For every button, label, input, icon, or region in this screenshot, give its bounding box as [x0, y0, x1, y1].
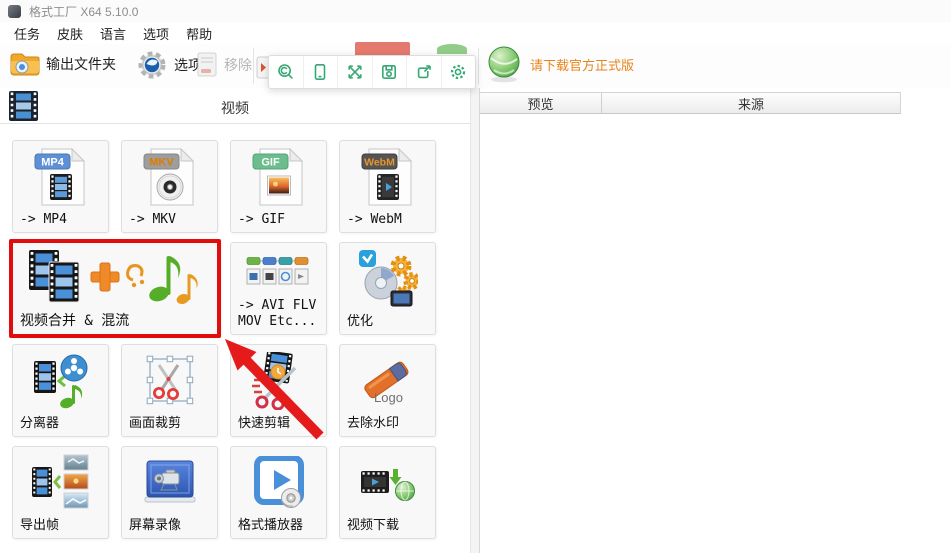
webm-file-icon: WebM [340, 143, 435, 211]
splitter-icon [13, 347, 108, 415]
grid-item-video-merge-mux[interactable]: 视频合并 & 混流 [9, 239, 221, 338]
grid-item-label: 优化 [347, 313, 374, 329]
section-title: 视频 [221, 100, 249, 116]
export-button[interactable] [407, 56, 442, 88]
grid-item-export-frames[interactable]: 导出帧 [12, 446, 109, 539]
grid-item-optimize[interactable]: 优化 [339, 242, 436, 335]
grid-item-label: 导出帧 [20, 517, 60, 533]
toolbar-divider [253, 48, 254, 84]
svg-text:MKV: MKV [149, 157, 174, 169]
format-player-icon [231, 449, 326, 517]
grid-item-label: -> GIF [238, 211, 285, 227]
mkv-file-icon: MKV [122, 143, 217, 211]
grid-item-remove-watermark[interactable]: Logo 去除水印 [339, 344, 436, 437]
fullscreen-button[interactable] [338, 56, 373, 88]
floating-toolbar [268, 55, 476, 89]
video-download-icon [340, 449, 435, 517]
options-button[interactable]: 选项 [136, 49, 202, 81]
device-button[interactable] [304, 56, 338, 88]
grid-item-video-download[interactable]: 视频下载 [339, 446, 436, 539]
app-window: 格式工厂 X64 5.10.0 任务 皮肤 语言 选项 帮助 输出文件夹 选项 … [0, 0, 951, 553]
grid-item-splitter[interactable]: 分离器 [12, 344, 109, 437]
mobile-device-icon [314, 63, 326, 80]
grid-item-label: -> MKV [129, 211, 176, 227]
grid-item-label: 屏幕录像 [129, 517, 182, 533]
grid-item-gif[interactable]: GIF -> GIF [230, 140, 327, 233]
menu-item-skin[interactable]: 皮肤 [57, 24, 83, 43]
video-section-header: 视频 [0, 88, 470, 124]
grid-item-webm[interactable]: WebM -> WebM [339, 140, 436, 233]
grid-item-label: 快速剪辑 [238, 415, 291, 431]
grid-item-mkv[interactable]: MKV -> MKV [121, 140, 218, 233]
app-logo-icon [8, 4, 21, 18]
stop-button-partial[interactable] [355, 42, 410, 55]
grid-item-mp4[interactable]: MP4 -> MP4 [12, 140, 109, 233]
save-icon [382, 64, 397, 79]
fullscreen-icon [348, 65, 362, 79]
grid-item-label: -> AVI FLV MOV Etc... [238, 297, 317, 329]
start-button-partial[interactable] [437, 44, 467, 54]
folder-icon [10, 53, 40, 76]
window-title: 格式工厂 X64 5.10.0 [29, 4, 139, 19]
mp4-file-icon: MP4 [13, 143, 108, 211]
quick-clip-icon [231, 347, 326, 415]
video-tools-grid: MP4 -> MP4 MKV -> MKV GIF -> GIF WebM ->… [9, 140, 462, 539]
column-header-source[interactable]: 来源 [602, 93, 900, 113]
export-frames-icon [13, 449, 108, 517]
grid-item-label: -> MP4 [20, 211, 67, 227]
svg-text:WebM: WebM [364, 157, 395, 169]
remove-button[interactable]: 移除 [196, 52, 252, 78]
grid-item-quick-clip[interactable]: 快速剪辑 [230, 344, 327, 437]
gif-file-icon: GIF [231, 143, 326, 211]
grid-item-label: 视频合并 & 混流 [20, 312, 130, 329]
output-folder-button[interactable]: 输出文件夹 [10, 51, 116, 76]
menu-item-task[interactable]: 任务 [14, 24, 40, 43]
remove-doc-icon [197, 52, 217, 77]
multi-format-icon [231, 245, 326, 298]
menu-bar: 任务 皮肤 语言 选项 帮助 [0, 22, 951, 44]
svg-text:Logo: Logo [374, 390, 403, 405]
menu-item-language[interactable]: 语言 [100, 24, 126, 43]
task-table-header: 预览 来源 [480, 92, 901, 114]
grid-item-label: 分离器 [20, 415, 60, 431]
grid-item-label: 画面裁剪 [129, 415, 182, 431]
export-icon [417, 65, 431, 79]
grid-item-avi-flv-mov[interactable]: -> AVI FLV MOV Etc... [230, 242, 327, 335]
output-folder-label: 输出文件夹 [46, 55, 116, 72]
remove-label: 移除 [224, 57, 252, 73]
menu-item-options[interactable]: 选项 [143, 24, 169, 43]
grid-item-format-player[interactable]: 格式播放器 [230, 446, 327, 539]
search-icon [277, 64, 293, 79]
grid-item-label: -> WebM [347, 211, 402, 227]
grid-item-label: 格式播放器 [238, 517, 304, 533]
video-merge-mux-icon [13, 245, 217, 310]
menu-item-help[interactable]: 帮助 [186, 24, 212, 43]
task-list-panel: 预览 来源 [479, 88, 951, 553]
toolbar-divider-right [478, 48, 479, 84]
settings-button[interactable] [442, 56, 476, 88]
preview-search-button[interactable] [269, 56, 304, 88]
crop-icon [122, 347, 217, 415]
grid-item-crop[interactable]: 画面裁剪 [121, 344, 218, 437]
column-header-preview[interactable]: 预览 [480, 93, 602, 113]
settings-icon [451, 64, 466, 80]
eraser-icon: Logo [340, 347, 435, 415]
title-bar: 格式工厂 X64 5.10.0 [0, 0, 951, 22]
trial-notice-text: 请下载官方正式版 [530, 57, 635, 73]
grid-item-screen-record[interactable]: 屏幕录像 [121, 446, 218, 539]
options-gear-icon [138, 51, 166, 79]
download-globe-icon [488, 46, 520, 83]
screen-record-icon [122, 449, 217, 517]
trial-notice[interactable]: 请下载官方正式版 [486, 45, 634, 83]
grid-item-label: 去除水印 [347, 415, 400, 431]
grid-item-label: 视频下载 [347, 517, 400, 533]
save-button[interactable] [373, 56, 407, 88]
optimize-icon [340, 245, 435, 313]
svg-text:MP4: MP4 [41, 157, 65, 169]
svg-text:GIF: GIF [261, 157, 280, 169]
